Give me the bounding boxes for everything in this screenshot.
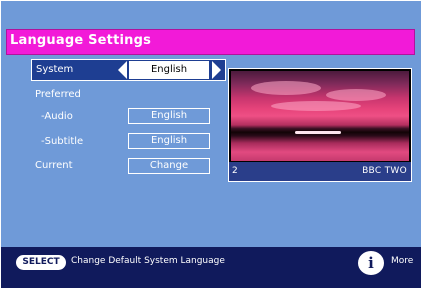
subtitle-language-field[interactable]: English [128,133,210,149]
preferred-label: Preferred [35,89,81,100]
cloud-shape [271,101,361,111]
cloud-shape [326,89,386,101]
channel-name: BBC TWO [362,166,407,176]
sunset-preview-image [231,71,409,161]
tv-preview: 2 BBC TWO [228,68,412,182]
channel-info-bar: 2 BBC TWO [229,162,411,181]
page-title: Language Settings [10,33,152,48]
channel-number: 2 [232,166,238,176]
footer-bar: SELECT Change Default System Language i … [1,247,421,288]
subtitle-label: -Subtitle [41,136,84,147]
select-key-icon[interactable]: SELECT [16,255,66,270]
sun-glint [295,131,341,134]
system-language-value[interactable]: English [129,61,209,79]
title-bar: Language Settings [6,29,415,55]
arrow-left-icon[interactable] [118,61,127,79]
arrow-right-icon[interactable] [212,61,221,79]
more-label: More [391,256,414,266]
current-label: Current [35,160,73,171]
system-language-row[interactable]: System English [31,59,226,81]
audio-label: -Audio [41,111,73,122]
footer-hint: Change Default System Language [71,256,225,266]
screen: Language Settings System English Preferr… [1,1,421,288]
change-button[interactable]: Change [128,158,210,174]
audio-language-field[interactable]: English [128,108,210,124]
cloud-shape [251,81,321,95]
system-label: System [36,64,74,75]
info-icon[interactable]: i [358,251,384,275]
